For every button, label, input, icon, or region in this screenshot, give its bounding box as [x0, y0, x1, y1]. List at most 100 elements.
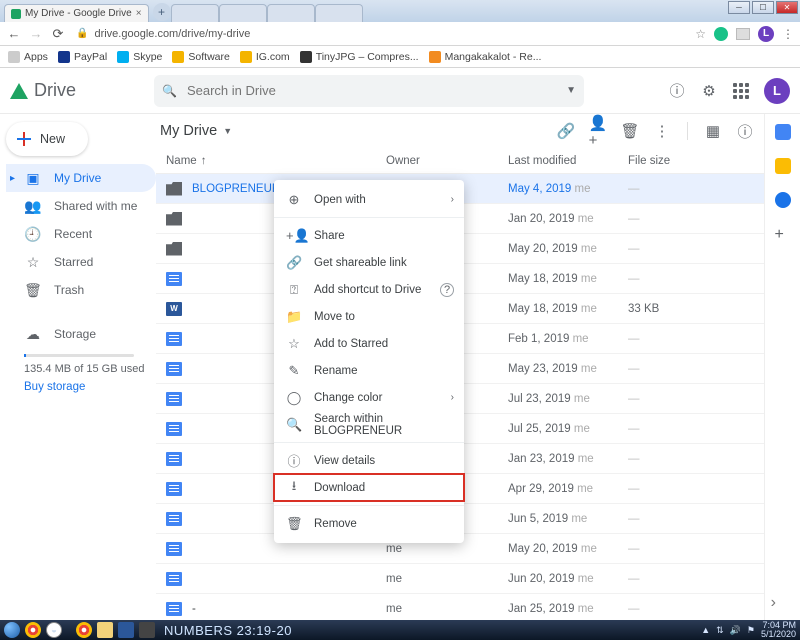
context-menu-get-shareable-link[interactable]: 🔗Get shareable link	[274, 249, 464, 276]
trash-icon[interactable]: 🗑	[621, 122, 639, 140]
back-button[interactable]: ←	[6, 26, 22, 42]
buy-storage-link[interactable]: Buy storage	[6, 381, 156, 393]
bookmark-item[interactable]: IG.com	[240, 51, 290, 63]
context-menu-add-to-starred[interactable]: ☆Add to Starred	[274, 330, 464, 357]
tray-flag-icon[interactable]: ⚑	[747, 625, 755, 636]
start-button[interactable]	[4, 622, 20, 638]
taskbar-word-icon[interactable]	[118, 622, 134, 638]
taskbar-chrome-icon[interactable]	[25, 622, 41, 638]
context-menu-open-with[interactable]: ⊕Open with›	[274, 186, 464, 213]
sidebar: New ▣My Drive👥Shared with me🕘Recent☆Star…	[0, 114, 156, 620]
chrome-menu-icon[interactable]: ⋮	[782, 27, 794, 41]
th-owner[interactable]: Owner	[386, 155, 508, 167]
sidebar-item-starred[interactable]: ☆Starred	[6, 248, 156, 276]
context-menu-remove[interactable]: 🗑Remove	[274, 510, 464, 537]
url-text: drive.google.com/drive/my-drive	[94, 28, 250, 40]
tasks-app-icon[interactable]	[775, 192, 791, 208]
extension-icon[interactable]	[714, 27, 728, 41]
drive-logo[interactable]: Drive	[10, 80, 146, 101]
doc-icon	[166, 422, 182, 436]
plus-icon	[16, 131, 32, 147]
taskbar-chrome-running-icon[interactable]	[76, 622, 92, 638]
star-icon[interactable]: ☆	[695, 27, 706, 41]
new-tab-button[interactable]: +	[153, 3, 171, 21]
context-menu-change-color[interactable]: ◯Change color›	[274, 384, 464, 411]
sidebar-item-storage[interactable]: ☁ Storage	[6, 320, 156, 348]
forward-button[interactable]: →	[28, 26, 44, 42]
bookmark-item[interactable]: Apps	[8, 51, 48, 63]
th-modified[interactable]: Last modified	[508, 155, 628, 167]
help-icon[interactable]: ⓘ	[668, 82, 686, 100]
bookmark-item[interactable]: Skype	[117, 51, 162, 63]
sidebar-item-trash[interactable]: 🗑Trash	[6, 276, 156, 304]
tray-network-icon[interactable]: ⇅	[716, 625, 724, 636]
share-icon[interactable]: 👤+	[589, 122, 607, 140]
sort-arrow-icon[interactable]: ↑	[201, 155, 207, 167]
help-icon[interactable]: ?	[440, 283, 454, 297]
browser-tab-inactive[interactable]	[315, 4, 363, 22]
more-icon[interactable]: ⋮	[653, 122, 671, 140]
taskbar-app-icon[interactable]: ◒	[46, 622, 62, 638]
browser-tab-inactive[interactable]	[267, 4, 315, 22]
account-avatar[interactable]: L	[764, 78, 790, 104]
window-close-button[interactable]: ✕	[776, 1, 798, 14]
file-row[interactable]: - me Jan 25, 2019 me —	[156, 594, 764, 620]
context-menu-download[interactable]: ⭳Download	[274, 474, 464, 501]
grid-view-icon[interactable]: ▦	[704, 122, 722, 140]
file-size: —	[628, 453, 754, 465]
th-size[interactable]: File size	[628, 155, 754, 167]
bookmark-item[interactable]: PayPal	[58, 51, 107, 63]
breadcrumb[interactable]: My Drive ▼	[160, 123, 232, 139]
bookmark-item[interactable]: TinyJPG – Compres...	[300, 51, 419, 63]
tray-icon[interactable]: ▲	[701, 625, 710, 635]
settings-gear-icon[interactable]: ⚙	[700, 82, 718, 100]
close-tab-icon[interactable]: ×	[136, 8, 142, 19]
taskbar-explorer-icon[interactable]	[97, 622, 113, 638]
browser-tab-active[interactable]: My Drive - Google Drive ×	[4, 4, 149, 22]
add-app-icon[interactable]: +	[775, 226, 791, 242]
calendar-app-icon[interactable]	[775, 124, 791, 140]
browser-tab-inactive[interactable]	[171, 4, 219, 22]
tray-volume-icon[interactable]: 🔊	[730, 625, 741, 636]
tab-title: My Drive - Google Drive	[25, 8, 132, 19]
sidebar-item-shared-with-me[interactable]: 👥Shared with me	[6, 192, 156, 220]
new-button[interactable]: New	[6, 122, 88, 156]
bookmark-item[interactable]: Mangakakalot - Re...	[429, 51, 542, 63]
chrome-profile-avatar[interactable]: L	[758, 26, 774, 42]
sidebar-item-recent[interactable]: 🕘Recent	[6, 220, 156, 248]
tray-clock[interactable]: 7:04 PM 5/1/2020	[761, 621, 796, 639]
context-menu-view-details[interactable]: ⓘView details	[274, 447, 464, 474]
doc-icon	[166, 542, 182, 556]
browser-tab-inactive[interactable]	[219, 4, 267, 22]
file-name: BLOGPRENEUR	[192, 183, 280, 195]
file-row[interactable]: me Jun 20, 2019 me —	[156, 564, 764, 594]
context-menu-move-to[interactable]: 📁Move to	[274, 303, 464, 330]
storage-used-text: 135.4 MB of 15 GB used	[24, 363, 156, 375]
keep-app-icon[interactable]	[775, 158, 791, 174]
extension-icon[interactable]	[736, 28, 750, 40]
link-icon[interactable]: 🔗	[557, 122, 575, 140]
system-tray[interactable]: ▲ ⇅ 🔊 ⚑ 7:04 PM 5/1/2020	[701, 621, 796, 639]
search-input[interactable]	[187, 83, 576, 98]
context-menu-add-shortcut-to-drive[interactable]: ⍰Add shortcut to Drive?	[274, 276, 464, 303]
address-bar[interactable]: 🔒 drive.google.com/drive/my-drive	[72, 25, 689, 43]
sidebar-item-label: My Drive	[54, 171, 101, 185]
google-apps-icon[interactable]	[732, 82, 750, 100]
window-minimize-button[interactable]: ─	[728, 1, 750, 14]
taskbar-running-title[interactable]: NUMBERS 23:19-20	[164, 623, 292, 638]
bookmark-item[interactable]: Software	[172, 51, 229, 63]
context-menu-search-within-blogpreneur[interactable]: 🔍Search within BLOGPRENEUR	[274, 411, 464, 438]
context-menu-rename[interactable]: ✎Rename	[274, 357, 464, 384]
taskbar-app-icon[interactable]	[139, 622, 155, 638]
details-icon[interactable]: ⓘ	[736, 122, 754, 140]
th-name[interactable]: Name	[166, 155, 197, 167]
window-maximize-button[interactable]: ☐	[752, 1, 774, 14]
context-menu-share[interactable]: +👤Share	[274, 222, 464, 249]
next-page-icon[interactable]: ›	[771, 594, 776, 612]
sidebar-item-my-drive[interactable]: ▣My Drive	[6, 164, 156, 192]
search-options-icon[interactable]: ▼	[566, 85, 576, 96]
file-size: —	[628, 243, 754, 255]
file-modified: May 20, 2019 me	[508, 243, 628, 255]
reload-button[interactable]: ⟳	[50, 26, 66, 42]
search-box[interactable]: 🔍	[154, 75, 584, 107]
